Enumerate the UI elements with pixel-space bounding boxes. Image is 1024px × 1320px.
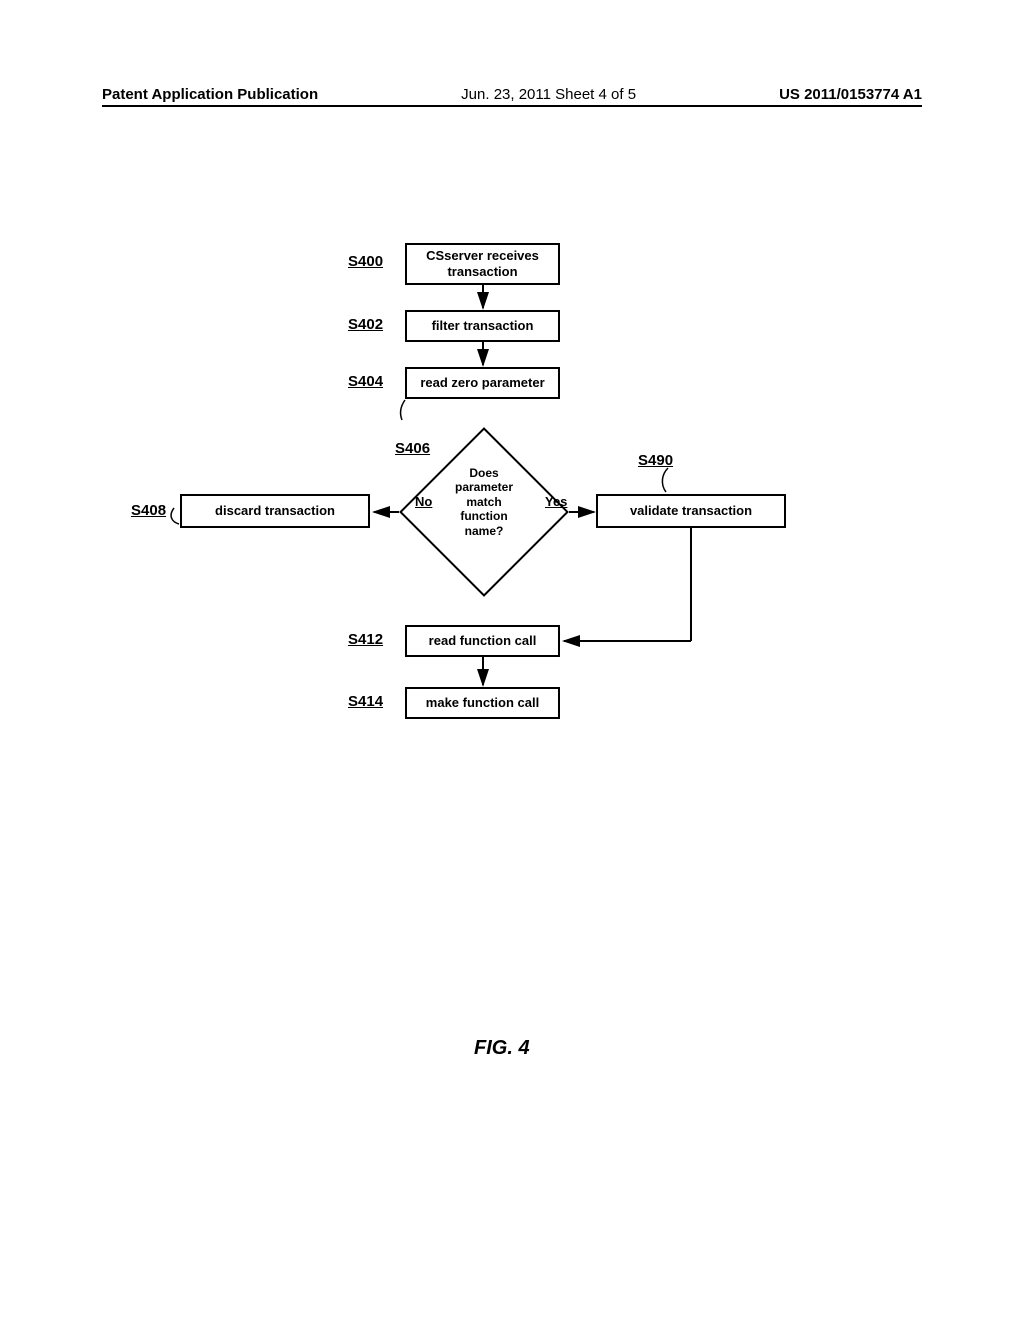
- box-s402: filter transaction: [405, 310, 560, 342]
- branch-yes-label: Yes: [545, 494, 567, 509]
- label-s406: S406: [395, 440, 430, 457]
- label-s400: S400: [348, 253, 383, 270]
- branch-no-label: No: [415, 494, 432, 509]
- box-s490: validate transaction: [596, 494, 786, 528]
- label-s408: S408: [131, 502, 166, 519]
- box-s412: read function call: [405, 625, 560, 657]
- box-s400: CSserver receives transaction: [405, 243, 560, 285]
- box-s404: read zero parameter: [405, 367, 560, 399]
- label-s404: S404: [348, 373, 383, 390]
- box-s408: discard transaction: [180, 494, 370, 528]
- label-s402: S402: [348, 316, 383, 333]
- label-s412: S412: [348, 631, 383, 648]
- figure-caption: FIG. 4: [474, 1037, 530, 1060]
- label-s490: S490: [638, 452, 673, 469]
- label-s414: S414: [348, 693, 383, 710]
- connector-svg: [0, 0, 1024, 1320]
- flowchart-canvas: CSserver receives transaction S400 filte…: [0, 0, 1024, 1320]
- box-s414: make function call: [405, 687, 560, 719]
